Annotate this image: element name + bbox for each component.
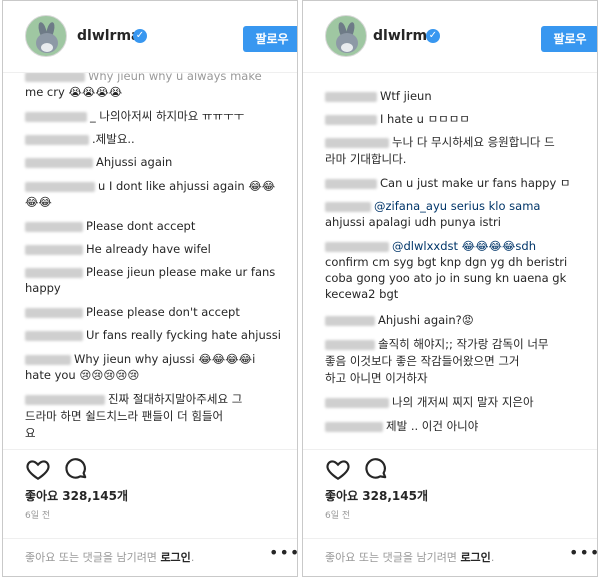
verified-badge-icon: ✓ <box>426 29 440 43</box>
comment-line: Please please don't accept <box>25 303 287 321</box>
verified-badge-icon: ✓ <box>133 29 147 43</box>
comment-list[interactable]: Wtf jieun I hate u ㅁㅁㅁㅁ 누나 다 무시하세요 응원합니다… <box>303 73 597 445</box>
comment-line: 드라마 하면 쉴드치느라 팬들이 더 힘들어 <box>25 409 224 423</box>
comment-line: me cry 😭😭😭😭 <box>25 85 123 99</box>
login-link[interactable]: 로그인 <box>160 551 190 564</box>
comment-line: Can u just make ur fans happy ㅁ <box>325 174 587 192</box>
comment-list[interactable]: Why jieun why u always make me cry 😭😭😭😭 … <box>3 73 297 445</box>
comment-line: kecewa2 bgt <box>325 287 399 301</box>
comment-line: I hate u ㅁㅁㅁㅁ <box>325 110 587 128</box>
login-prompt: 좋아요 또는 댓글을 남기려면 로그인. <box>25 551 195 564</box>
comment-line: 나의 개저씨 찌지 말자 지은아 <box>325 393 587 411</box>
post-actions <box>303 449 597 489</box>
comment-line: Ahjushi again?😡 <box>325 311 587 329</box>
like-heart-icon[interactable] <box>325 456 351 482</box>
comment-line: happy <box>25 281 61 295</box>
follow-button[interactable]: 팔로우 <box>243 26 297 52</box>
comment-line: 하고 아니면 이거하자 <box>325 371 428 385</box>
more-options-icon[interactable]: ••• <box>569 543 597 562</box>
login-footer: 좋아요 또는 댓글을 남기려면 로그인. ••• <box>303 538 597 576</box>
login-footer: 좋아요 또는 댓글을 남기려면 로그인. ••• <box>3 538 297 576</box>
like-heart-icon[interactable] <box>25 456 51 482</box>
comment-bubble-icon[interactable] <box>363 456 389 482</box>
comment-line: 누나 다 무시하세요 응원합니다 드 <box>325 133 587 151</box>
post-panel-left: dlwlrma ✓ 팔로우 Why jieun why u always mak… <box>2 0 298 577</box>
login-prompt: 좋아요 또는 댓글을 남기려면 로그인. <box>325 551 495 564</box>
comment-line: _ 나의아저씨 하지마요 ㅠㅠㅜㅜ <box>25 107 287 125</box>
comment-line: He already have wifel <box>25 240 287 258</box>
comment-line: 요 <box>25 426 36 440</box>
comment-line: 좋음 이것보다 좋은 작감들어왔으면 그거 <box>325 354 520 368</box>
comment-line: Wtf jieun <box>325 87 587 105</box>
login-link[interactable]: 로그인 <box>460 551 490 564</box>
comment-line: .제발요.. <box>25 130 287 148</box>
comment-line: 제발 .. 이건 아니야 <box>325 417 587 435</box>
comment-bubble-icon[interactable] <box>63 456 89 482</box>
comment-line: 😂😂 <box>25 195 52 209</box>
post-timestamp: 6일 전 <box>25 511 51 521</box>
comment-line: Please dont accept <box>25 217 287 235</box>
post-header: dlwlrma ✓ 팔로우 <box>3 1 297 73</box>
avatar[interactable] <box>25 15 67 57</box>
follow-button[interactable]: 팔로우 <box>541 26 597 52</box>
post-panel-right: dlwlrma ✓ 팔로우 Wtf jieun I hate u ㅁㅁㅁㅁ 누나… <box>302 0 598 577</box>
post-timestamp: 6일 전 <box>325 511 351 521</box>
comment-line: 진짜 절대하지말아주세요 그 <box>25 390 287 408</box>
like-count[interactable]: 좋아요 328,145개 <box>325 487 428 504</box>
comment-line: 솔직히 해야지;; 작가랑 감독이 너무 <box>325 335 587 353</box>
comment-line: Ur fans really fycking hate ahjussi <box>25 326 287 344</box>
avatar[interactable] <box>325 15 367 57</box>
like-count[interactable]: 좋아요 328,145개 <box>25 487 128 504</box>
comment-line: Ahjussi again <box>25 153 287 171</box>
username[interactable]: dlwlrma <box>77 28 141 44</box>
comment-line: ahjussi apalagi udh punya istri <box>325 215 501 229</box>
post-actions <box>3 449 297 489</box>
comment-line: hate you 😢😢😢😢😢 <box>25 368 140 382</box>
post-header: dlwlrma ✓ 팔로우 <box>303 1 597 73</box>
more-options-icon[interactable]: ••• <box>269 543 297 562</box>
comment-line: 라마 기대합니다. <box>325 152 407 166</box>
